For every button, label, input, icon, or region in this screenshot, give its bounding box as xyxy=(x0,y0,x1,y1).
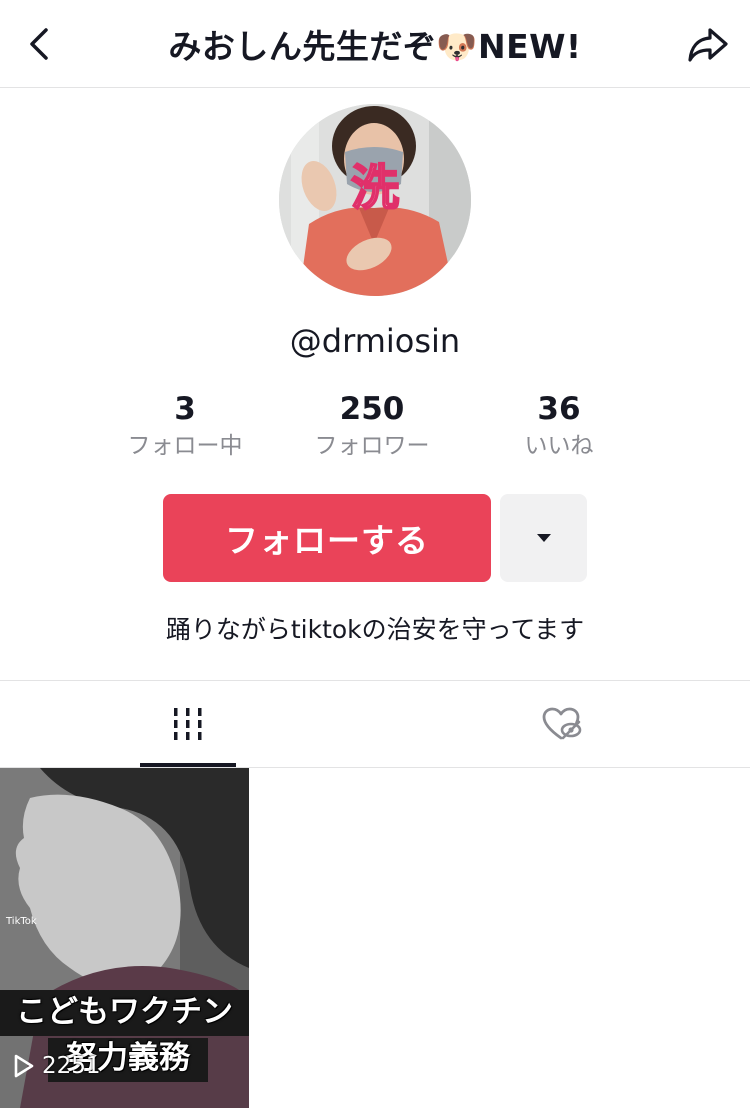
tiktok-watermark: TikTok xyxy=(6,916,37,927)
following-stat[interactable]: 3 フォロー中 xyxy=(95,388,275,462)
likes-stat: 36 いいね xyxy=(469,388,649,462)
tab-liked[interactable] xyxy=(514,681,610,767)
liked-private-icon xyxy=(542,707,582,740)
active-tab-indicator xyxy=(140,763,236,767)
chevron-left-icon xyxy=(30,28,48,60)
share-button[interactable] xyxy=(684,22,732,66)
follow-button[interactable]: フォローする xyxy=(163,494,491,582)
likes-label: いいね xyxy=(524,433,594,459)
caret-down-icon xyxy=(536,534,551,542)
profile-tabs xyxy=(0,680,750,768)
videos-grid-icon xyxy=(174,708,202,740)
video-thumbnail[interactable]: TikTok こどもワクチン 努力義務 2251 xyxy=(0,768,249,1108)
following-label: フォロー中 xyxy=(127,433,243,459)
avatar-overlay-text: 洗 xyxy=(350,159,400,217)
avatar[interactable]: 洗 xyxy=(279,104,471,296)
play-icon xyxy=(14,1054,34,1078)
page-title: みおしん先生だぞ🐶NEW! xyxy=(168,27,582,66)
video-caption-line1: こどもワクチン xyxy=(0,990,249,1036)
profile-page: みおしん先生だぞ🐶NEW! 洗 @drmiosin 3 フォロー中 250 フォ… xyxy=(0,0,750,1108)
likes-count: 36 xyxy=(537,391,581,427)
play-count-value: 2251 xyxy=(42,1053,101,1079)
tab-videos[interactable] xyxy=(140,681,236,767)
video-grid: TikTok こどもワクチン 努力義務 2251 xyxy=(0,768,750,1108)
followers-label: フォロワー xyxy=(314,433,430,459)
followers-stat[interactable]: 250 フォロワー xyxy=(282,388,462,462)
video-play-count: 2251 xyxy=(12,1046,101,1086)
suggested-accounts-button[interactable] xyxy=(500,494,587,582)
profile-bio: 踊りながらtiktokの治安を守ってます xyxy=(165,615,585,644)
followers-count: 250 xyxy=(339,391,405,427)
share-arrow-icon xyxy=(688,28,728,62)
top-nav-bar: みおしん先生だぞ🐶NEW! xyxy=(0,0,750,88)
back-button[interactable] xyxy=(18,22,62,66)
following-count: 3 xyxy=(174,391,196,427)
profile-stats: 3 フォロー中 250 フォロワー 36 いいね xyxy=(0,388,750,468)
username: @drmiosin xyxy=(289,322,461,360)
